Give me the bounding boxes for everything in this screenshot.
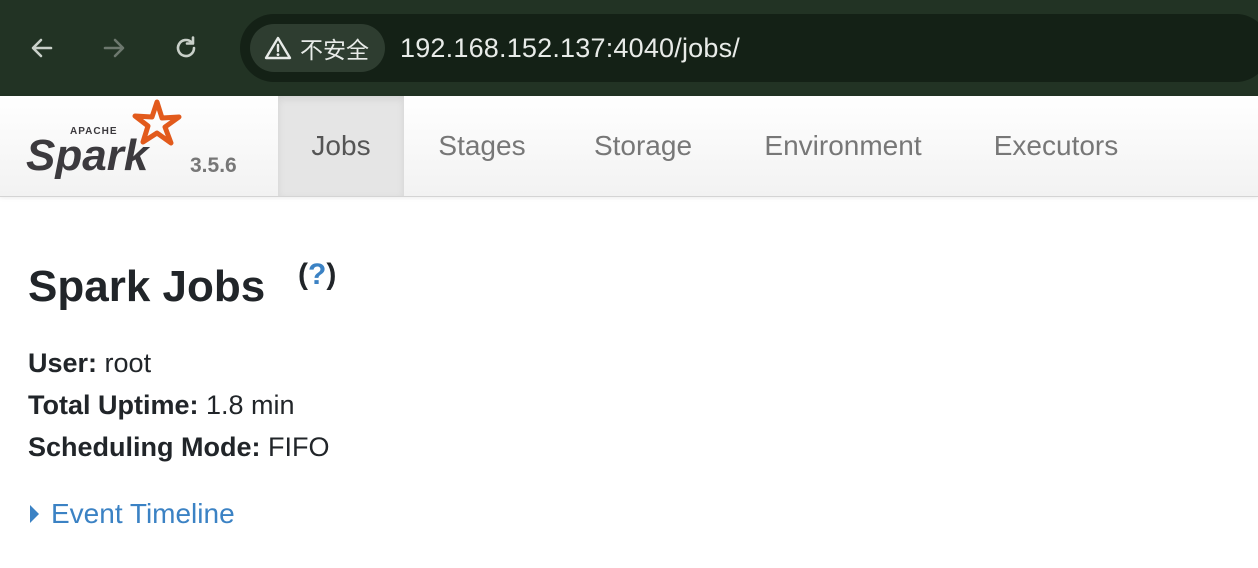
event-timeline-label[interactable]: Event Timeline — [51, 498, 235, 530]
user-item: User: root — [28, 344, 330, 386]
help-icon[interactable]: ? — [308, 258, 326, 291]
help-link[interactable]: (?) — [298, 258, 336, 292]
warning-icon — [264, 36, 292, 60]
forward-button[interactable] — [94, 28, 134, 68]
user-label: User: — [28, 348, 98, 378]
spark-logo-icon: APACHE Spark — [26, 99, 182, 180]
tab-storage[interactable]: Storage — [572, 96, 714, 196]
tab-jobs[interactable]: Jobs — [278, 96, 404, 196]
event-timeline-toggle[interactable]: Event Timeline — [30, 498, 235, 530]
uptime-item: Total Uptime: 1.8 min — [28, 386, 330, 428]
uptime-label: Total Uptime: — [28, 390, 199, 420]
address-bar[interactable]: 不安全 192.168.152.137:4040/jobs/ — [240, 14, 1258, 82]
spark-logo-link[interactable]: APACHE Spark 3.5.6 — [24, 96, 264, 196]
expand-arrow-icon — [30, 505, 39, 523]
forward-arrow-icon — [103, 38, 125, 58]
reload-icon — [176, 36, 196, 58]
reload-button[interactable] — [166, 28, 206, 68]
security-label: 不安全 — [300, 37, 369, 63]
page-title: Spark Jobs — [28, 262, 266, 311]
back-button[interactable] — [22, 28, 62, 68]
tab-executors[interactable]: Executors — [970, 96, 1142, 196]
svg-text:Spark: Spark — [26, 131, 151, 180]
security-chip[interactable]: 不安全 — [250, 24, 385, 72]
user-value: root — [104, 348, 152, 378]
scheduling-mode-item: Scheduling Mode: FIFO — [28, 428, 330, 470]
browser-toolbar: 不安全 192.168.152.137:4040/jobs/ — [0, 0, 1258, 96]
spark-navbar: APACHE Spark 3.5.6 Jobs Stages Storage E… — [0, 96, 1258, 197]
tab-environment[interactable]: Environment — [738, 96, 948, 196]
tab-stages[interactable]: Stages — [414, 96, 550, 196]
scheduling-mode-label: Scheduling Mode: — [28, 432, 261, 462]
uptime-value: 1.8 min — [206, 390, 295, 420]
summary-list: User: root Total Uptime: 1.8 min Schedul… — [28, 344, 330, 470]
url-text[interactable]: 192.168.152.137:4040/jobs/ — [400, 14, 740, 82]
back-arrow-icon — [31, 38, 53, 58]
spark-version: 3.5.6 — [190, 154, 237, 177]
scheduling-mode-value: FIFO — [268, 432, 330, 462]
